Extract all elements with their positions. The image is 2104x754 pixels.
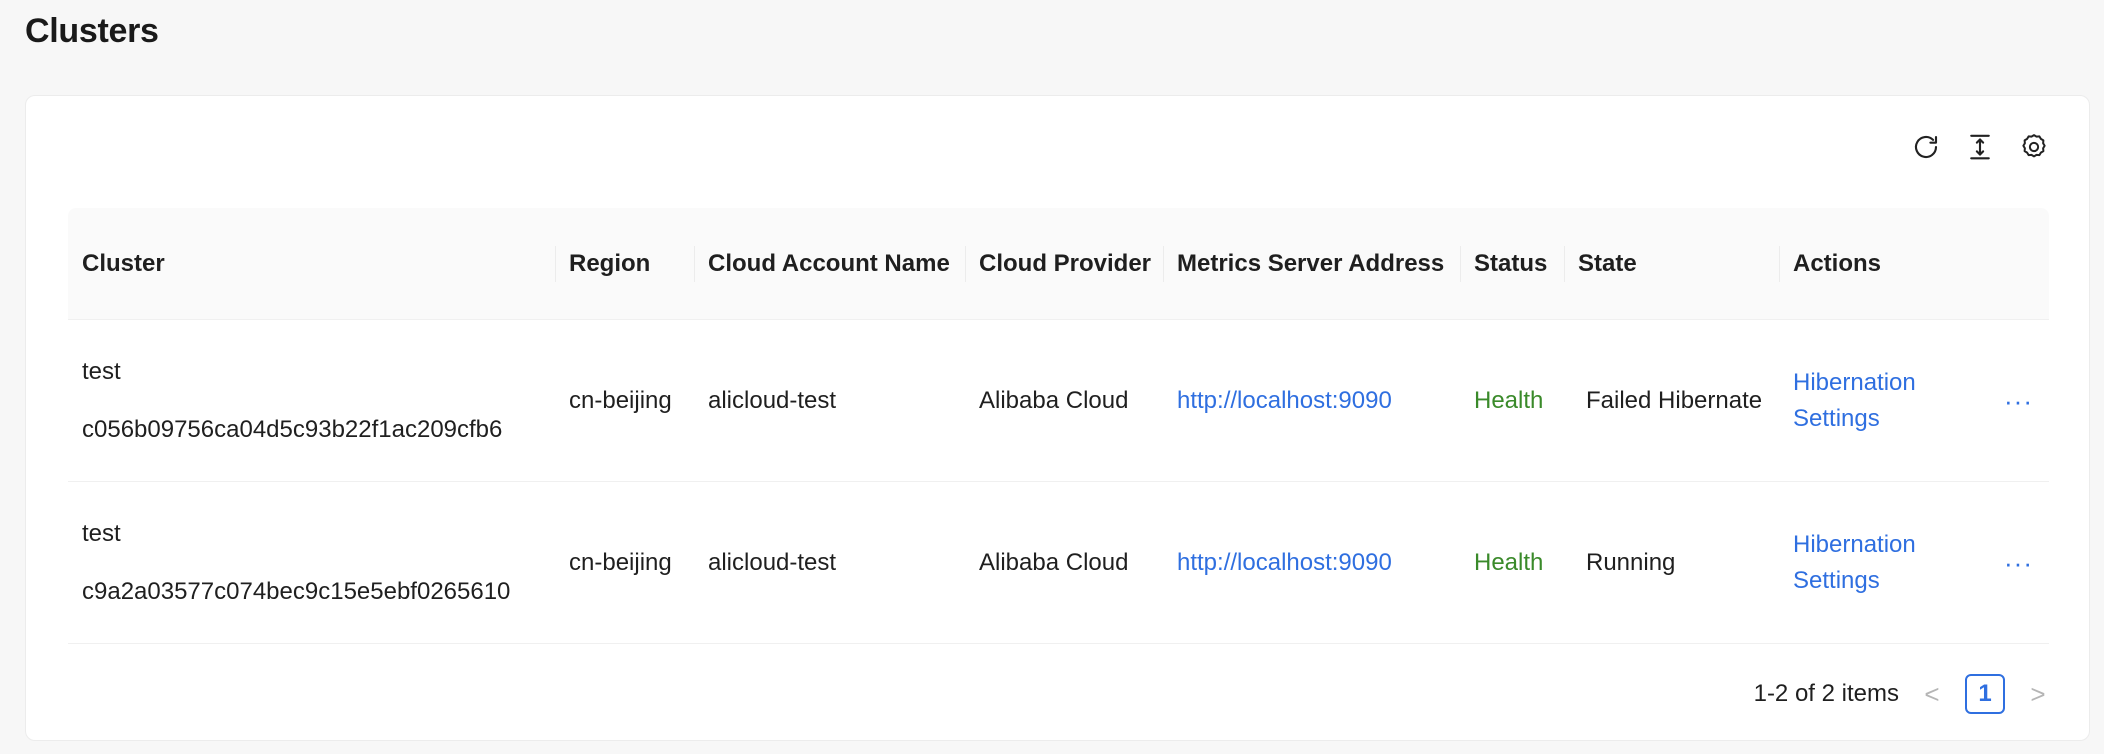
table-header: Cluster Region Cloud Account Name Cloud …	[68, 208, 2049, 320]
state-cell: Failed Hibernate	[1564, 320, 1779, 481]
status-badge: Health	[1474, 548, 1544, 576]
chevron-right-icon[interactable]: >	[2027, 679, 2049, 710]
column-header-metrics-server-address[interactable]: Metrics Server Address	[1163, 208, 1460, 319]
pagination: 1-2 of 2 items < 1 >	[1754, 674, 2049, 714]
page-1-button[interactable]: 1	[1965, 674, 2005, 714]
table-toolbar	[1911, 132, 2049, 162]
column-header-cloud-provider[interactable]: Cloud Provider	[965, 208, 1163, 319]
cluster-id: c056b09756ca04d5c93b22f1ac209cfb6	[82, 415, 503, 443]
hibernation-settings-link[interactable]: Hibernation Settings	[1793, 365, 2004, 437]
region-cell: cn-beijing	[569, 386, 672, 414]
column-header-status[interactable]: Status	[1460, 208, 1564, 319]
cloud-provider-cell: Alibaba Cloud	[979, 386, 1129, 414]
actions-cell: Hibernation Settings ···	[1779, 320, 2049, 481]
status-badge: Health	[1474, 386, 1544, 414]
metrics-address-cell: http://localhost:9090	[1163, 320, 1460, 481]
more-actions-icon[interactable]: ···	[2004, 383, 2033, 419]
state-cell: Running	[1564, 482, 1779, 643]
column-header-cloud-account-name[interactable]: Cloud Account Name	[694, 208, 965, 319]
clusters-card: Cluster Region Cloud Account Name Cloud …	[25, 95, 2090, 741]
column-header-region[interactable]: Region	[555, 208, 694, 319]
cluster-cell: test c056b09756ca04d5c93b22f1ac209cfb6	[68, 320, 555, 481]
column-header-cluster[interactable]: Cluster	[68, 208, 555, 319]
cloud-account-cell: alicloud-test	[708, 386, 837, 414]
metrics-address-link[interactable]: http://localhost:9090	[1177, 545, 1392, 581]
actions-cell: Hibernation Settings ···	[1779, 482, 2049, 643]
state-text: Failed Hibernate	[1586, 386, 1763, 414]
column-header-actions: Actions	[1779, 208, 2049, 319]
refresh-icon[interactable]	[1911, 132, 1941, 162]
cluster-cell: test c9a2a03577c074bec9c15e5ebf0265610	[68, 482, 555, 643]
state-text: Running	[1586, 548, 1676, 576]
pagination-summary: 1-2 of 2 items	[1753, 680, 1899, 707]
table-row: test c056b09756ca04d5c93b22f1ac209cfb6 c…	[68, 320, 2049, 482]
chevron-left-icon[interactable]: <	[1921, 679, 1943, 710]
cloud-account-cell: alicloud-test	[708, 548, 837, 576]
region-cell: cn-beijing	[569, 548, 672, 576]
cluster-name: test	[82, 519, 121, 547]
metrics-address-cell: http://localhost:9090	[1163, 482, 1460, 643]
metrics-address-link[interactable]: http://localhost:9090	[1177, 383, 1392, 419]
cloud-provider-cell: Alibaba Cloud	[979, 548, 1129, 576]
hibernation-settings-link[interactable]: Hibernation Settings	[1793, 527, 2004, 599]
column-height-icon[interactable]	[1965, 132, 1995, 162]
more-actions-icon[interactable]: ···	[2004, 545, 2033, 581]
settings-icon[interactable]	[2019, 132, 2049, 162]
page-title: Clusters	[25, 12, 159, 50]
table-row: test c9a2a03577c074bec9c15e5ebf0265610 c…	[68, 482, 2049, 644]
cluster-name: test	[82, 357, 121, 385]
cluster-id: c9a2a03577c074bec9c15e5ebf0265610	[82, 577, 511, 605]
clusters-table: Cluster Region Cloud Account Name Cloud …	[68, 208, 2049, 644]
column-header-state[interactable]: State	[1564, 208, 1779, 319]
